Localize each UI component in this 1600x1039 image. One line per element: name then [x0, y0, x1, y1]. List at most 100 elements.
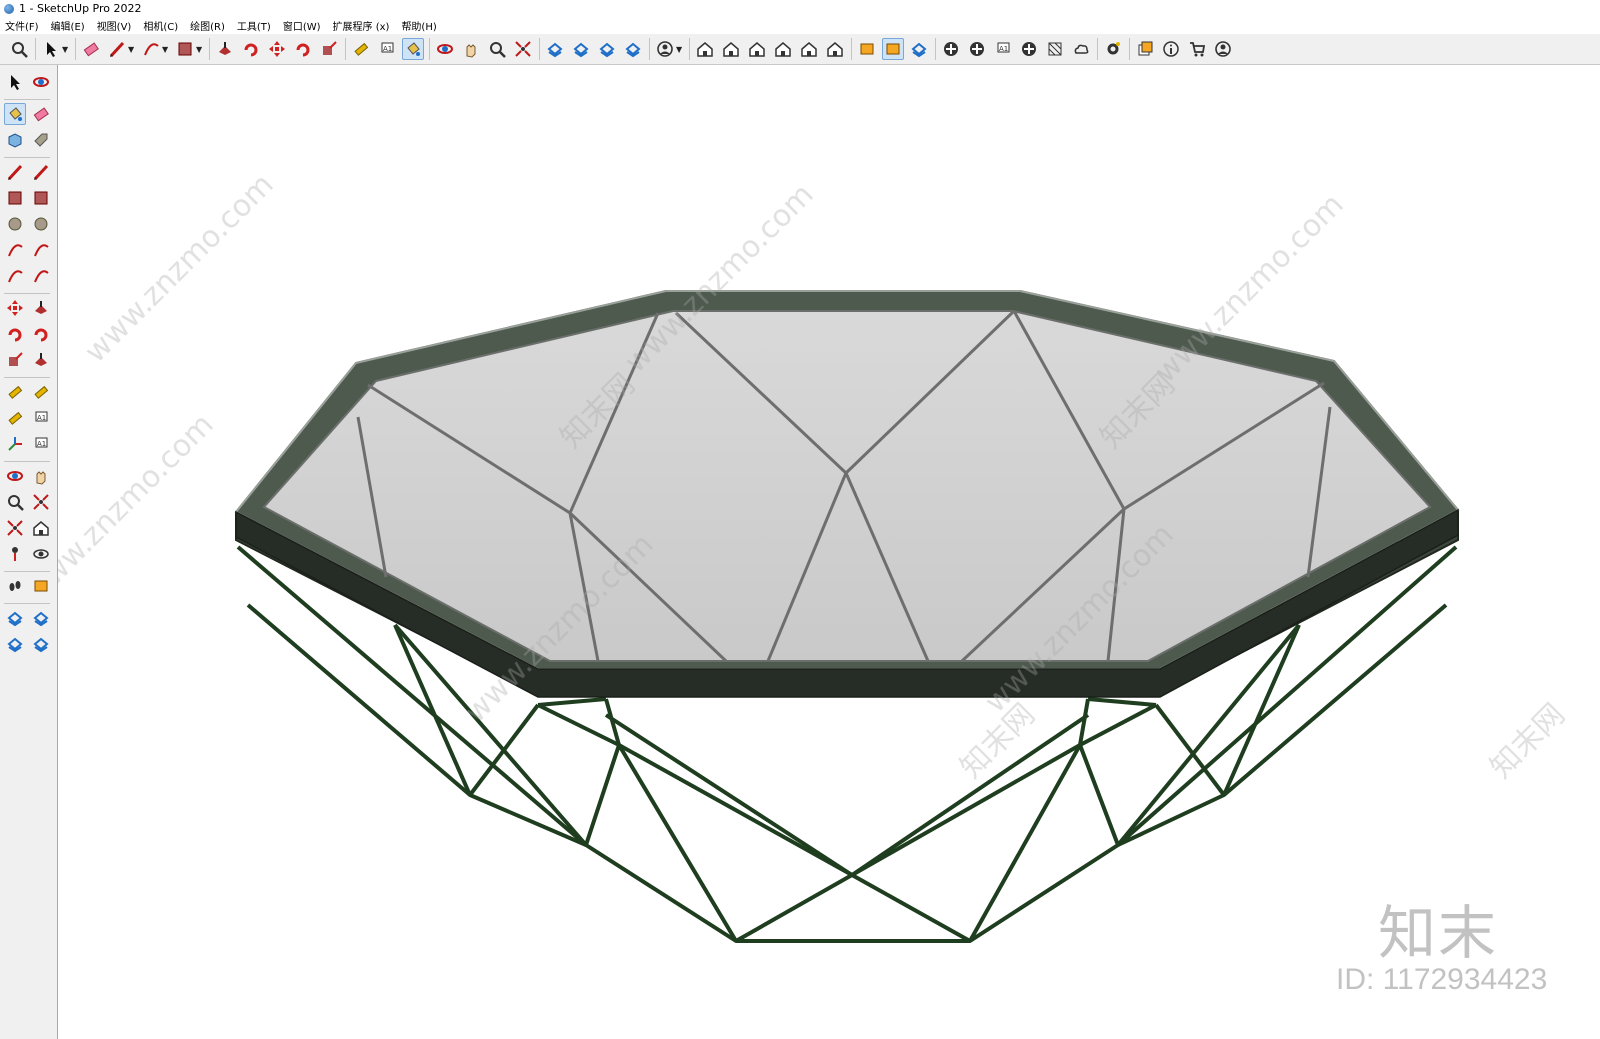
- photo-texture-button[interactable]: A1: [992, 38, 1014, 60]
- two-point-arc-tool-button[interactable]: [30, 239, 52, 261]
- zoom-extents-button[interactable]: [512, 38, 534, 60]
- layout-button[interactable]: [596, 38, 618, 60]
- dropdown-arrow-icon[interactable]: ▼: [196, 46, 202, 54]
- tape-measure-tool-button[interactable]: [4, 381, 26, 403]
- 3d-text-tool-button[interactable]: A1: [30, 433, 52, 455]
- axes-tool-button[interactable]: [4, 433, 26, 455]
- extension-warehouse-tool-button[interactable]: [30, 607, 52, 629]
- iso-view-button[interactable]: [694, 38, 716, 60]
- left-view-button[interactable]: [824, 38, 846, 60]
- scale-tool-button[interactable]: [4, 349, 26, 371]
- right-view-button[interactable]: [772, 38, 794, 60]
- scale-button[interactable]: [318, 38, 340, 60]
- menu-file[interactable]: 文件(F): [5, 18, 39, 33]
- settings-button[interactable]: [1102, 38, 1124, 60]
- extension-warehouse-button[interactable]: [570, 38, 592, 60]
- dropdown-arrow-icon[interactable]: ▼: [162, 46, 168, 54]
- menu-extensions[interactable]: 扩展程序 (x): [333, 18, 390, 33]
- user-account-button[interactable]: [654, 38, 676, 60]
- tag-tool-button[interactable]: [30, 129, 52, 151]
- rectangle-button[interactable]: [174, 38, 196, 60]
- section-cuts-button[interactable]: [908, 38, 930, 60]
- pencil-button[interactable]: [106, 38, 128, 60]
- text-tool-button[interactable]: A1: [30, 407, 52, 429]
- add-location-button[interactable]: [940, 38, 962, 60]
- rotated-rectangle-tool-button[interactable]: [30, 187, 52, 209]
- follow-me-tool-button[interactable]: [30, 323, 52, 345]
- dropdown-arrow-icon[interactable]: ▼: [128, 46, 134, 54]
- position-camera-tool-button[interactable]: [4, 543, 26, 565]
- menu-help[interactable]: 帮助(H): [401, 18, 436, 33]
- menu-draw[interactable]: 绘图(R): [190, 18, 225, 33]
- dropdown-arrow-icon[interactable]: ▼: [62, 46, 68, 54]
- protractor-tool-button[interactable]: [4, 407, 26, 429]
- push-pull-button[interactable]: [214, 38, 236, 60]
- menu-tools[interactable]: 工具(T): [237, 18, 271, 33]
- orbit-tool-button[interactable]: [4, 465, 26, 487]
- move-tool-button[interactable]: [4, 297, 26, 319]
- select-button[interactable]: [40, 38, 62, 60]
- freehand-tool-button[interactable]: [30, 161, 52, 183]
- menu-edit[interactable]: 编辑(E): [51, 18, 85, 33]
- 3d-warehouse-button[interactable]: [544, 38, 566, 60]
- tape-measure-button[interactable]: [350, 38, 372, 60]
- cloud-button[interactable]: [1070, 38, 1092, 60]
- select-tool-button[interactable]: [4, 71, 26, 93]
- zoom-window-tool-button[interactable]: [30, 491, 52, 513]
- drawing-viewport[interactable]: www.znzmo.com www.znzmo.com www.znzmo.co…: [58, 65, 1600, 1039]
- profile-button[interactable]: [1212, 38, 1234, 60]
- top-view-button[interactable]: [720, 38, 742, 60]
- menu-view[interactable]: 视图(V): [97, 18, 132, 33]
- dimension-tool-button[interactable]: [30, 381, 52, 403]
- eraser-button[interactable]: [80, 38, 102, 60]
- walk-tool-button[interactable]: [4, 575, 26, 597]
- zoom-button[interactable]: [486, 38, 508, 60]
- toggle-terrain-button[interactable]: [966, 38, 988, 60]
- geo-location-button[interactable]: [1018, 38, 1040, 60]
- back-view-button[interactable]: [798, 38, 820, 60]
- front-view-button[interactable]: [746, 38, 768, 60]
- offset-tool-button[interactable]: [30, 349, 52, 371]
- text-button[interactable]: A1: [376, 38, 398, 60]
- component-tool-button[interactable]: [4, 129, 26, 151]
- match-photo-button[interactable]: [1044, 38, 1066, 60]
- arc-tool-button[interactable]: [4, 239, 26, 261]
- orbit-button[interactable]: [434, 38, 456, 60]
- push-pull-tool-button[interactable]: [30, 297, 52, 319]
- orbit-tool-button[interactable]: [30, 71, 52, 93]
- layout-tool-button[interactable]: [4, 633, 26, 655]
- cart-button[interactable]: [1186, 38, 1208, 60]
- eraser-tool-button[interactable]: [30, 103, 52, 125]
- dropdown-arrow-icon[interactable]: ▼: [676, 46, 682, 54]
- look-around-tool-button[interactable]: [30, 543, 52, 565]
- extension-manager-button[interactable]: [622, 38, 644, 60]
- menu-window[interactable]: 窗口(W): [283, 18, 321, 33]
- menu-camera[interactable]: 相机(C): [143, 18, 178, 33]
- rotate-button[interactable]: [292, 38, 314, 60]
- search-button[interactable]: [8, 38, 30, 60]
- section-plane-tool-button[interactable]: [30, 575, 52, 597]
- pie-tool-button[interactable]: [30, 265, 52, 287]
- polygon-tool-button[interactable]: [30, 213, 52, 235]
- extension-manager-tool-button[interactable]: [30, 633, 52, 655]
- paint-bucket-tool-button[interactable]: [4, 103, 26, 125]
- 3d-warehouse-tool-button[interactable]: [4, 607, 26, 629]
- section-plane-button[interactable]: [856, 38, 878, 60]
- circle-tool-button[interactable]: [4, 213, 26, 235]
- follow-me-button[interactable]: [240, 38, 262, 60]
- pencil-tool-button[interactable]: [4, 161, 26, 183]
- pan-button[interactable]: [460, 38, 482, 60]
- display-section-button[interactable]: [882, 38, 904, 60]
- outliner-button[interactable]: [1134, 38, 1156, 60]
- rotate-tool-button[interactable]: [4, 323, 26, 345]
- three-point-arc-tool-button[interactable]: [4, 265, 26, 287]
- arc-button[interactable]: [140, 38, 162, 60]
- move-button[interactable]: [266, 38, 288, 60]
- previous-view-tool-button[interactable]: [30, 517, 52, 539]
- zoom-tool-button[interactable]: [4, 491, 26, 513]
- paint-bucket-button[interactable]: [402, 38, 424, 60]
- rectangle-tool-button[interactable]: [4, 187, 26, 209]
- pan-tool-button[interactable]: [30, 465, 52, 487]
- zoom-extents-tool-button[interactable]: [4, 517, 26, 539]
- entity-info-button[interactable]: [1160, 38, 1182, 60]
